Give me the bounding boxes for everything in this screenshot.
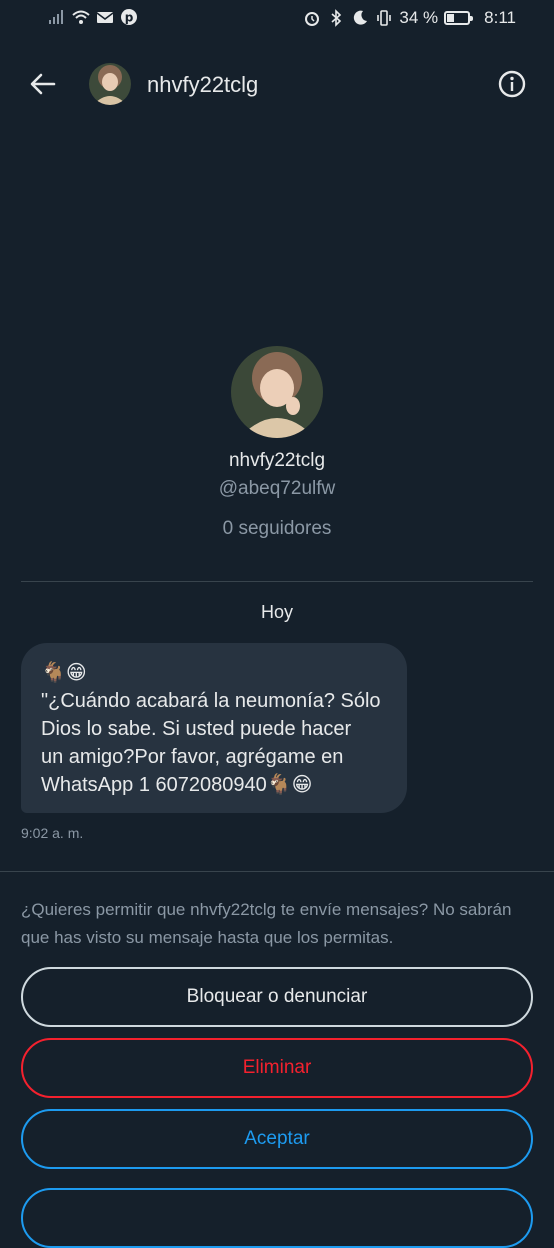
wifi-icon: [72, 10, 90, 24]
profile-followers: 0 seguidores: [222, 518, 332, 539]
section-divider: [21, 581, 533, 582]
bluetooth-icon: [331, 9, 342, 27]
status-right-icons: 34 % 8:11: [303, 8, 516, 28]
battery-icon: [444, 11, 474, 25]
vibrate-icon: [377, 10, 392, 26]
accept-label: Aceptar: [244, 1128, 310, 1149]
moon-icon: [354, 10, 368, 25]
signal-icon: [49, 10, 63, 24]
partially-visible-button[interactable]: [21, 1188, 533, 1248]
battery-fill: [447, 14, 455, 22]
avatar[interactable]: [89, 63, 131, 105]
profile-card: nhvfy22tclg @abeq72ulfw 0 seguidores: [0, 346, 554, 540]
message-line: "¿Cuándo acabará la neumonía? Sólo: [41, 690, 381, 712]
mail-icon: [96, 12, 114, 23]
profile-avatar[interactable]: [231, 346, 323, 438]
block-report-button[interactable]: Bloquear o denunciar: [21, 967, 533, 1027]
message-bubble[interactable]: 🐐😁 "¿Cuándo acabará la neumonía? Sólo Di…: [21, 643, 407, 813]
accept-button[interactable]: Aceptar: [21, 1109, 533, 1169]
message-timestamp: 9:02 a. m.: [21, 825, 84, 841]
block-report-label: Bloquear o denunciar: [186, 986, 368, 1007]
request-divider: [0, 871, 554, 872]
delete-button[interactable]: Eliminar: [21, 1038, 533, 1098]
day-separator: Hoy: [260, 602, 293, 622]
message-line: Dios lo sabe. Si usted puede hacer: [41, 718, 352, 740]
status-left-icons: p: [48, 8, 138, 26]
message-line: un amigo?Por favor, agrégame en: [41, 746, 344, 768]
info-icon[interactable]: [498, 70, 526, 98]
message-line: WhatsApp 1 6072080940🐐😁: [41, 774, 313, 796]
status-bar: p 34 % 8:11: [0, 0, 554, 38]
profile-avatar-image: [231, 346, 323, 438]
battery-percent: 34 %: [399, 8, 439, 27]
message-request-prompt: ¿Quieres permitir que nhvfy22tclg te env…: [21, 900, 512, 947]
delete-label: Eliminar: [242, 1057, 312, 1078]
pinterest-icon: p: [121, 9, 137, 25]
alarm-icon: [305, 12, 320, 26]
back-arrow-icon[interactable]: [28, 69, 58, 99]
conversation-header: nhvfy22tclg: [0, 56, 554, 114]
profile-name: nhvfy22tclg: [228, 450, 326, 471]
clock: 8:11: [484, 8, 516, 27]
avatar-image: [89, 63, 131, 105]
svg-text:p: p: [125, 11, 134, 25]
message-line: 🐐😁: [41, 662, 87, 684]
profile-handle: @abeq72ulfw: [218, 478, 336, 499]
header-title[interactable]: nhvfy22tclg: [147, 72, 258, 98]
